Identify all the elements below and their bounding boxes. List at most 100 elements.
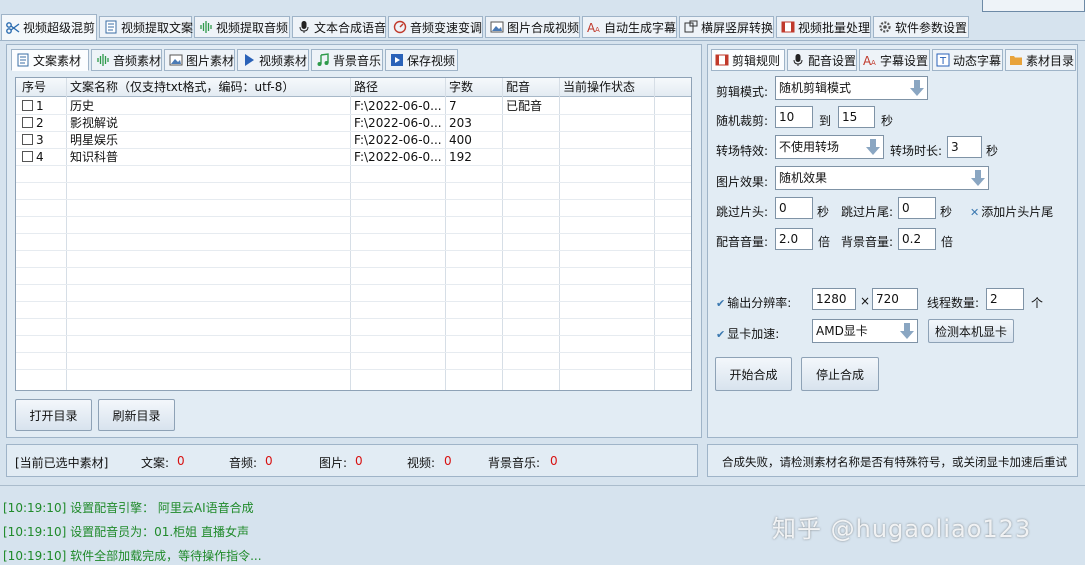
tab-material-dir[interactable]: 素材目录 — [1005, 49, 1076, 71]
column-header-status[interactable]: 当前操作状态 — [559, 79, 654, 96]
tab-orientation-convert[interactable]: 横屏竖屏转换 — [679, 16, 774, 38]
tab-image-to-video[interactable]: 图片合成视频 — [485, 16, 580, 38]
dropdown-arrow-icon[interactable] — [909, 79, 925, 97]
tab-bgm[interactable]: 背景音乐 — [311, 49, 383, 71]
audio-count-value: 0 — [265, 454, 273, 468]
random-cut-to-input[interactable]: 15 — [838, 106, 875, 128]
audio-count-label: 音频: — [229, 456, 258, 470]
gpu-accel-toggle[interactable]: ✔ 显卡加速: — [716, 325, 779, 342]
table-cell-dub[interactable] — [502, 115, 559, 132]
open-directory-button[interactable]: 打开目录 — [15, 399, 92, 431]
tab-edit-rules[interactable]: 剪辑规则 — [711, 49, 785, 71]
row-checkbox[interactable] — [22, 151, 33, 162]
tab-settings[interactable]: 软件参数设置 — [873, 16, 969, 38]
tab-video-material[interactable]: 视频素材 — [237, 49, 309, 71]
to-label: 到 — [819, 114, 832, 128]
table-cell-path[interactable]: F:\2022-06-0... — [350, 149, 445, 166]
table-cell-name[interactable]: 明星娱乐 — [66, 132, 350, 149]
row-checkbox-cell[interactable]: 1 — [18, 98, 66, 115]
refresh-directory-button[interactable]: 刷新目录 — [98, 399, 175, 431]
table-cell-status[interactable] — [559, 132, 654, 149]
output-resolution-toggle[interactable]: ✔ 输出分辨率: — [716, 294, 791, 311]
image-effect-select[interactable]: 随机效果 — [775, 166, 989, 190]
tab-save-video[interactable]: 保存视频 — [385, 49, 458, 71]
tab-label: 视频提取音频 — [216, 20, 289, 35]
table-cell-path[interactable]: F:\2022-06-0... — [350, 115, 445, 132]
waveform-icon — [200, 21, 212, 33]
svg-text:T: T — [939, 56, 947, 67]
tab-text-to-speech[interactable]: 文本合成语音 — [292, 16, 386, 38]
start-compose-button[interactable]: 开始合成 — [715, 357, 792, 391]
dropdown-arrow-icon[interactable] — [899, 322, 915, 340]
column-header-dub[interactable]: 配音 — [502, 79, 559, 96]
tab-extract-copy[interactable]: 视频提取文案 — [99, 16, 193, 38]
tab-label: 自动生成字幕 — [604, 20, 677, 35]
row-checkbox-cell[interactable]: 3 — [18, 132, 66, 149]
table-cell-count[interactable]: 203 — [445, 115, 502, 132]
table-cell-name[interactable]: 知识科普 — [66, 149, 350, 166]
status-message-bar: 合成失败，请检测素材名称是否有特殊符号，或关闭显卡加速后重试 — [707, 444, 1078, 477]
column-header-name[interactable]: 文案名称（仅支持txt格式，编码：utf-8） — [66, 79, 350, 96]
threads-input[interactable]: 2 — [986, 288, 1024, 310]
table-cell-status[interactable] — [559, 98, 654, 115]
status-message: 合成失败，请检测素材名称是否有特殊符号，或关闭显卡加速后重试 — [722, 455, 1067, 469]
tab-extract-audio[interactable]: 视频提取音频 — [194, 16, 290, 38]
grid-line — [16, 301, 691, 302]
tab-audio-speed-pitch[interactable]: 音频变速变调 — [388, 16, 483, 38]
row-checkbox[interactable] — [22, 134, 33, 145]
table-cell-path[interactable]: F:\2022-06-0... — [350, 98, 445, 115]
row-checkbox[interactable] — [22, 100, 33, 111]
table-cell-status[interactable] — [559, 149, 654, 166]
table-cell-path[interactable]: F:\2022-06-0... — [350, 132, 445, 149]
dropdown-arrow-icon[interactable] — [865, 138, 881, 156]
text-material-table[interactable]: 序号 文案名称（仅支持txt格式，编码：utf-8） 路径 字数 配音 当前操作… — [15, 77, 692, 391]
tab-image-material[interactable]: 图片素材 — [164, 49, 235, 71]
transition-duration-input[interactable]: 3 — [947, 136, 982, 158]
table-cell-status[interactable] — [559, 115, 654, 132]
tab-label: 音频素材 — [113, 53, 162, 68]
waveform-icon — [97, 54, 109, 66]
tab-dub-settings[interactable]: 配音设置 — [787, 49, 857, 71]
resolution-height-input[interactable]: 720 — [872, 288, 918, 310]
random-cut-from-input[interactable]: 10 — [775, 106, 813, 128]
resolution-width-input[interactable]: 1280 — [812, 288, 856, 310]
skip-tail-input[interactable]: 0 — [898, 197, 936, 219]
table-cell-dub[interactable]: 已配音 — [502, 98, 559, 115]
stop-compose-button[interactable]: 停止合成 — [801, 357, 879, 391]
top-tab-bar: 视频超级混剪 视频提取文案 视频提取音频 文本合成语音 音频变速变调 图片合成视… — [0, 0, 1085, 40]
tab-auto-subtitle[interactable]: AA 自动生成字幕 — [582, 16, 677, 38]
text-box-icon: T — [936, 53, 950, 67]
column-header-path[interactable]: 路径 — [350, 79, 445, 96]
dub-volume-input[interactable]: 2.0 — [775, 228, 813, 250]
column-header-count[interactable]: 字数 — [445, 79, 502, 96]
bg-volume-input[interactable]: 0.2 — [898, 228, 936, 250]
table-cell-count[interactable]: 400 — [445, 132, 502, 149]
row-checkbox-cell[interactable]: 2 — [18, 115, 66, 132]
skip-head-input[interactable]: 0 — [775, 197, 813, 219]
column-header-no[interactable]: 序号 — [18, 79, 66, 96]
gpu-select[interactable]: AMD显卡 — [812, 319, 918, 343]
tab-batch-video[interactable]: 视频批量处理 — [776, 16, 871, 38]
transition-value: 不使用转场 — [779, 140, 840, 154]
row-checkbox[interactable] — [22, 117, 33, 128]
table-cell-count[interactable]: 7 — [445, 98, 502, 115]
tab-dynamic-subtitle[interactable]: T 动态字幕 — [932, 49, 1003, 71]
dropdown-arrow-icon[interactable] — [970, 169, 986, 187]
row-checkbox-cell[interactable]: 4 — [18, 149, 66, 166]
add-head-tail-toggle[interactable]: ✕ 添加片头片尾 — [970, 203, 1053, 220]
tab-audio-material[interactable]: 音频素材 — [91, 49, 162, 71]
edit-mode-select[interactable]: 随机剪辑模式 — [775, 76, 928, 100]
edit-mode-value: 随机剪辑模式 — [779, 81, 852, 95]
speedometer-icon — [393, 20, 407, 34]
table-cell-dub[interactable] — [502, 149, 559, 166]
tab-video-super-mix[interactable]: 视频超级混剪 — [1, 14, 97, 40]
detect-gpu-button[interactable]: 检测本机显卡 — [928, 319, 1014, 343]
table-cell-name[interactable]: 影视解说 — [66, 115, 350, 132]
table-cell-count[interactable]: 192 — [445, 149, 502, 166]
tab-text-material[interactable]: 文案素材 — [11, 49, 89, 71]
tab-subtitle-settings[interactable]: AA 字幕设置 — [859, 49, 930, 71]
log-line: [10:19:10] 设置配音引擎： 阿里云AI语音合成 — [3, 501, 254, 515]
table-cell-dub[interactable] — [502, 132, 559, 149]
transition-select[interactable]: 不使用转场 — [775, 135, 884, 159]
table-cell-name[interactable]: 历史 — [66, 98, 350, 115]
